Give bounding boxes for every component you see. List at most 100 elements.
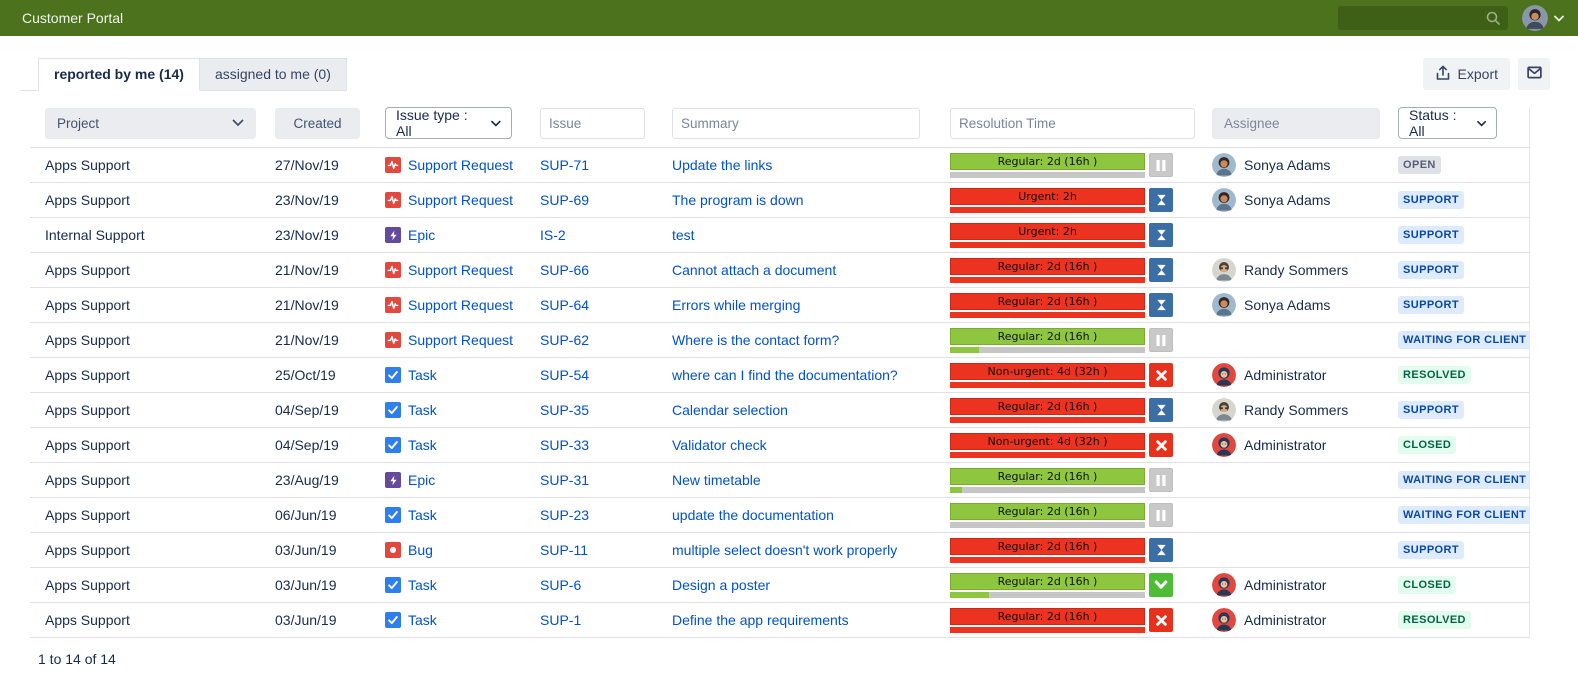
assignee-avatar xyxy=(1212,293,1236,317)
issue-type-link[interactable]: Task xyxy=(408,367,437,383)
tab-assigned-to-me[interactable]: assigned to me (0) xyxy=(200,58,347,91)
user-menu[interactable] xyxy=(1522,5,1564,31)
assignee-column-header[interactable]: Assignee xyxy=(1212,108,1380,139)
issue-type-link[interactable]: Task xyxy=(408,577,437,593)
sla-progress-fill xyxy=(950,382,1145,388)
issue-summary-link[interactable]: multiple select doesn't work properly xyxy=(672,542,897,558)
issue-type-link[interactable]: Epic xyxy=(408,227,435,243)
table-row[interactable]: Apps Support 25/Oct/19 Task SUP-54 where… xyxy=(30,358,1529,393)
sla-progress-fill xyxy=(950,417,1145,423)
created-column-header[interactable]: Created xyxy=(275,108,360,139)
sla-hourglass-icon xyxy=(1149,538,1173,562)
status-filter[interactable]: Status : All xyxy=(1398,107,1497,139)
resolution-time-filter-input[interactable] xyxy=(950,108,1195,139)
table-row[interactable]: Apps Support 04/Sep/19 Task SUP-35 Calen… xyxy=(30,393,1529,428)
issue-key-link[interactable]: SUP-11 xyxy=(540,542,588,558)
bug-circle-icon xyxy=(385,542,401,558)
table-row[interactable]: Apps Support 03/Jun/19 Task SUP-1 Define… xyxy=(30,603,1529,638)
issue-summary-link[interactable]: update the documentation xyxy=(672,507,834,523)
sla-widget: Regular: 2d (16h ) xyxy=(950,398,1145,423)
issue-summary-link[interactable]: where can I find the documentation? xyxy=(672,367,898,383)
table-row[interactable]: Apps Support 21/Nov/19 Support Request S… xyxy=(30,253,1529,288)
issue-summary-link[interactable]: Design a poster xyxy=(672,577,770,593)
sla-label: Regular: 2d (16h ) xyxy=(998,155,1098,168)
issue-key-link[interactable]: SUP-66 xyxy=(540,262,589,278)
table-row[interactable]: Apps Support 03/Jun/19 Bug SUP-11 multip… xyxy=(30,533,1529,568)
table-row[interactable]: Apps Support 21/Nov/19 Support Request S… xyxy=(30,323,1529,358)
table-row[interactable]: Apps Support 06/Jun/19 Task SUP-23 updat… xyxy=(30,498,1529,533)
search-icon[interactable] xyxy=(1485,10,1501,31)
issue-type-filter[interactable]: Issue type : All xyxy=(385,107,512,139)
issue-key-link[interactable]: IS-2 xyxy=(540,227,566,243)
issue-key-link[interactable]: SUP-54 xyxy=(540,367,589,383)
issue-key-link[interactable]: SUP-1 xyxy=(540,612,581,628)
issue-key-link[interactable]: SUP-6 xyxy=(540,577,581,593)
issue-summary-link[interactable]: Define the app requirements xyxy=(672,612,849,628)
issue-summary-link[interactable]: Calendar selection xyxy=(672,402,788,418)
mail-button[interactable] xyxy=(1518,58,1550,90)
issue-type-link[interactable]: Task xyxy=(408,402,437,418)
issue-summary-link[interactable]: New timetable xyxy=(672,472,761,488)
issue-summary-link[interactable]: Update the links xyxy=(672,157,772,173)
created-cell: 23/Nov/19 xyxy=(260,192,370,208)
sla-paused-icon xyxy=(1149,468,1173,492)
assignee-avatar xyxy=(1212,398,1236,422)
assignee-cell: Administrator xyxy=(1197,608,1383,632)
table-row[interactable]: Apps Support 04/Sep/19 Task SUP-33 Valid… xyxy=(30,428,1529,463)
issue-key-link[interactable]: SUP-31 xyxy=(540,472,589,488)
project-cell: Apps Support xyxy=(30,262,260,278)
issue-summary-link[interactable]: Validator check xyxy=(672,437,767,453)
issue-summary-link[interactable]: Where is the contact form? xyxy=(672,332,839,348)
issue-key-link[interactable]: SUP-62 xyxy=(540,332,589,348)
issue-type-link[interactable]: Task xyxy=(408,612,437,628)
summary-filter-input[interactable] xyxy=(672,108,920,139)
issue-type-link[interactable]: Task xyxy=(408,437,437,453)
resolution-time-cell: Regular: 2d (16h ) xyxy=(935,328,1197,353)
issue-key-link[interactable]: SUP-71 xyxy=(540,157,589,173)
issue-type-link[interactable]: Epic xyxy=(408,472,435,488)
created-cell: 23/Nov/19 xyxy=(260,227,370,243)
issue-type-link[interactable]: Support Request xyxy=(408,157,513,173)
table-row[interactable]: Apps Support 23/Aug/19 Epic SUP-31 New t… xyxy=(30,463,1529,498)
issue-key-link[interactable]: SUP-35 xyxy=(540,402,589,418)
issue-summary-link[interactable]: The program is down xyxy=(672,192,804,208)
sla-widget: Regular: 2d (16h ) xyxy=(950,468,1145,493)
issue-key-link[interactable]: SUP-23 xyxy=(540,507,589,523)
search-input[interactable] xyxy=(1338,6,1508,30)
table-row[interactable]: Apps Support 23/Nov/19 Support Request S… xyxy=(30,183,1529,218)
issue-type-link[interactable]: Support Request xyxy=(408,262,513,278)
issue-type-link[interactable]: Support Request xyxy=(408,297,513,313)
support-request-pulse-icon xyxy=(385,297,401,313)
issue-key-link[interactable]: SUP-33 xyxy=(540,437,589,453)
project-cell: Apps Support xyxy=(30,507,260,523)
sla-hourglass-icon xyxy=(1149,398,1173,422)
sla-paused-icon xyxy=(1149,503,1173,527)
issue-filter-input[interactable] xyxy=(540,108,645,139)
issue-type-link[interactable]: Support Request xyxy=(408,192,513,208)
project-cell: Apps Support xyxy=(30,332,260,348)
sla-label: Urgent: 2h xyxy=(1018,225,1077,238)
issue-summary-link[interactable]: Cannot attach a document xyxy=(672,262,836,278)
sla-progress-fill xyxy=(950,452,1145,458)
issue-key-link[interactable]: SUP-69 xyxy=(540,192,589,208)
assignee-name: Administrator xyxy=(1244,577,1326,593)
sla-label: Regular: 2d (16h ) xyxy=(998,295,1098,308)
table-row[interactable]: Apps Support 21/Nov/19 Support Request S… xyxy=(30,288,1529,323)
issue-type-link[interactable]: Task xyxy=(408,507,437,523)
issue-type-link[interactable]: Bug xyxy=(408,542,433,558)
project-filter[interactable]: Project xyxy=(45,108,256,139)
project-cell: Apps Support xyxy=(30,612,260,628)
sla-progress-fill xyxy=(950,347,979,353)
table-row[interactable]: Internal Support 23/Nov/19 Epic IS-2 tes… xyxy=(30,218,1529,253)
issue-summary-link[interactable]: Errors while merging xyxy=(672,297,800,313)
created-cell: 27/Nov/19 xyxy=(260,157,370,173)
table-row[interactable]: Apps Support 27/Nov/19 Support Request S… xyxy=(30,148,1529,183)
user-avatar[interactable] xyxy=(1522,5,1548,31)
tab-reported-by-me[interactable]: reported by me (14) xyxy=(38,58,200,91)
export-button[interactable]: Export xyxy=(1423,58,1510,90)
issue-key-link[interactable]: SUP-64 xyxy=(540,297,589,313)
issue-summary-link[interactable]: test xyxy=(672,227,695,243)
table-row[interactable]: Apps Support 03/Jun/19 Task SUP-6 Design… xyxy=(30,568,1529,603)
issue-type-link[interactable]: Support Request xyxy=(408,332,513,348)
status-badge: SUPPORT xyxy=(1398,191,1464,209)
